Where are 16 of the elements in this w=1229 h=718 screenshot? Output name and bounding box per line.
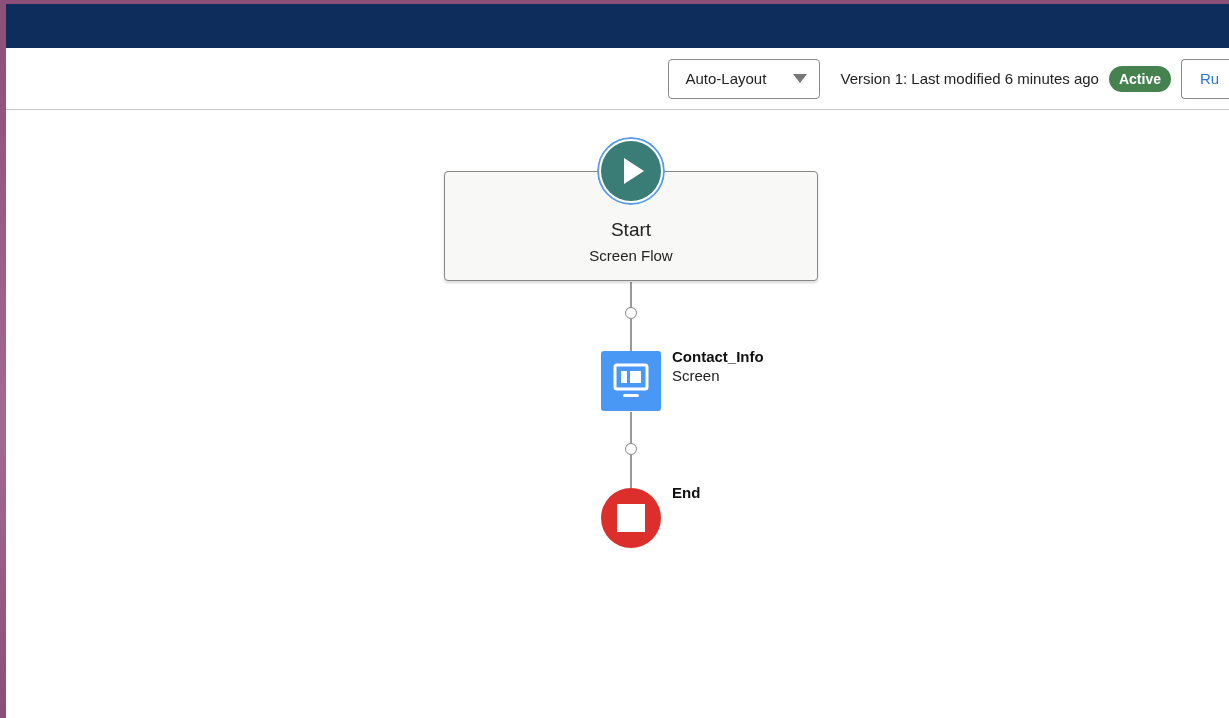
monitor-icon[interactable]: [601, 351, 661, 411]
element-type: Screen: [672, 367, 721, 384]
stop-icon[interactable]: [601, 488, 661, 548]
end-title: End: [672, 484, 701, 501]
connector-dot[interactable]: [625, 307, 637, 319]
start-subtitle: Screen Flow: [589, 247, 673, 264]
status-badge: Active: [1108, 65, 1171, 92]
play-icon[interactable]: [597, 137, 665, 205]
start-title: Start: [610, 219, 652, 241]
layout-select[interactable]: Auto-Layout: [668, 58, 821, 99]
caret-icon: [793, 74, 808, 83]
version-text: Version 1: Last modified 6 minutes ago: [840, 70, 1099, 87]
connector-dot[interactable]: [625, 443, 637, 455]
element-title: Contact_Info: [672, 348, 764, 365]
start-card[interactable]: Start Screen Flow: [444, 171, 818, 281]
run-button[interactable]: Ru: [1181, 58, 1229, 99]
